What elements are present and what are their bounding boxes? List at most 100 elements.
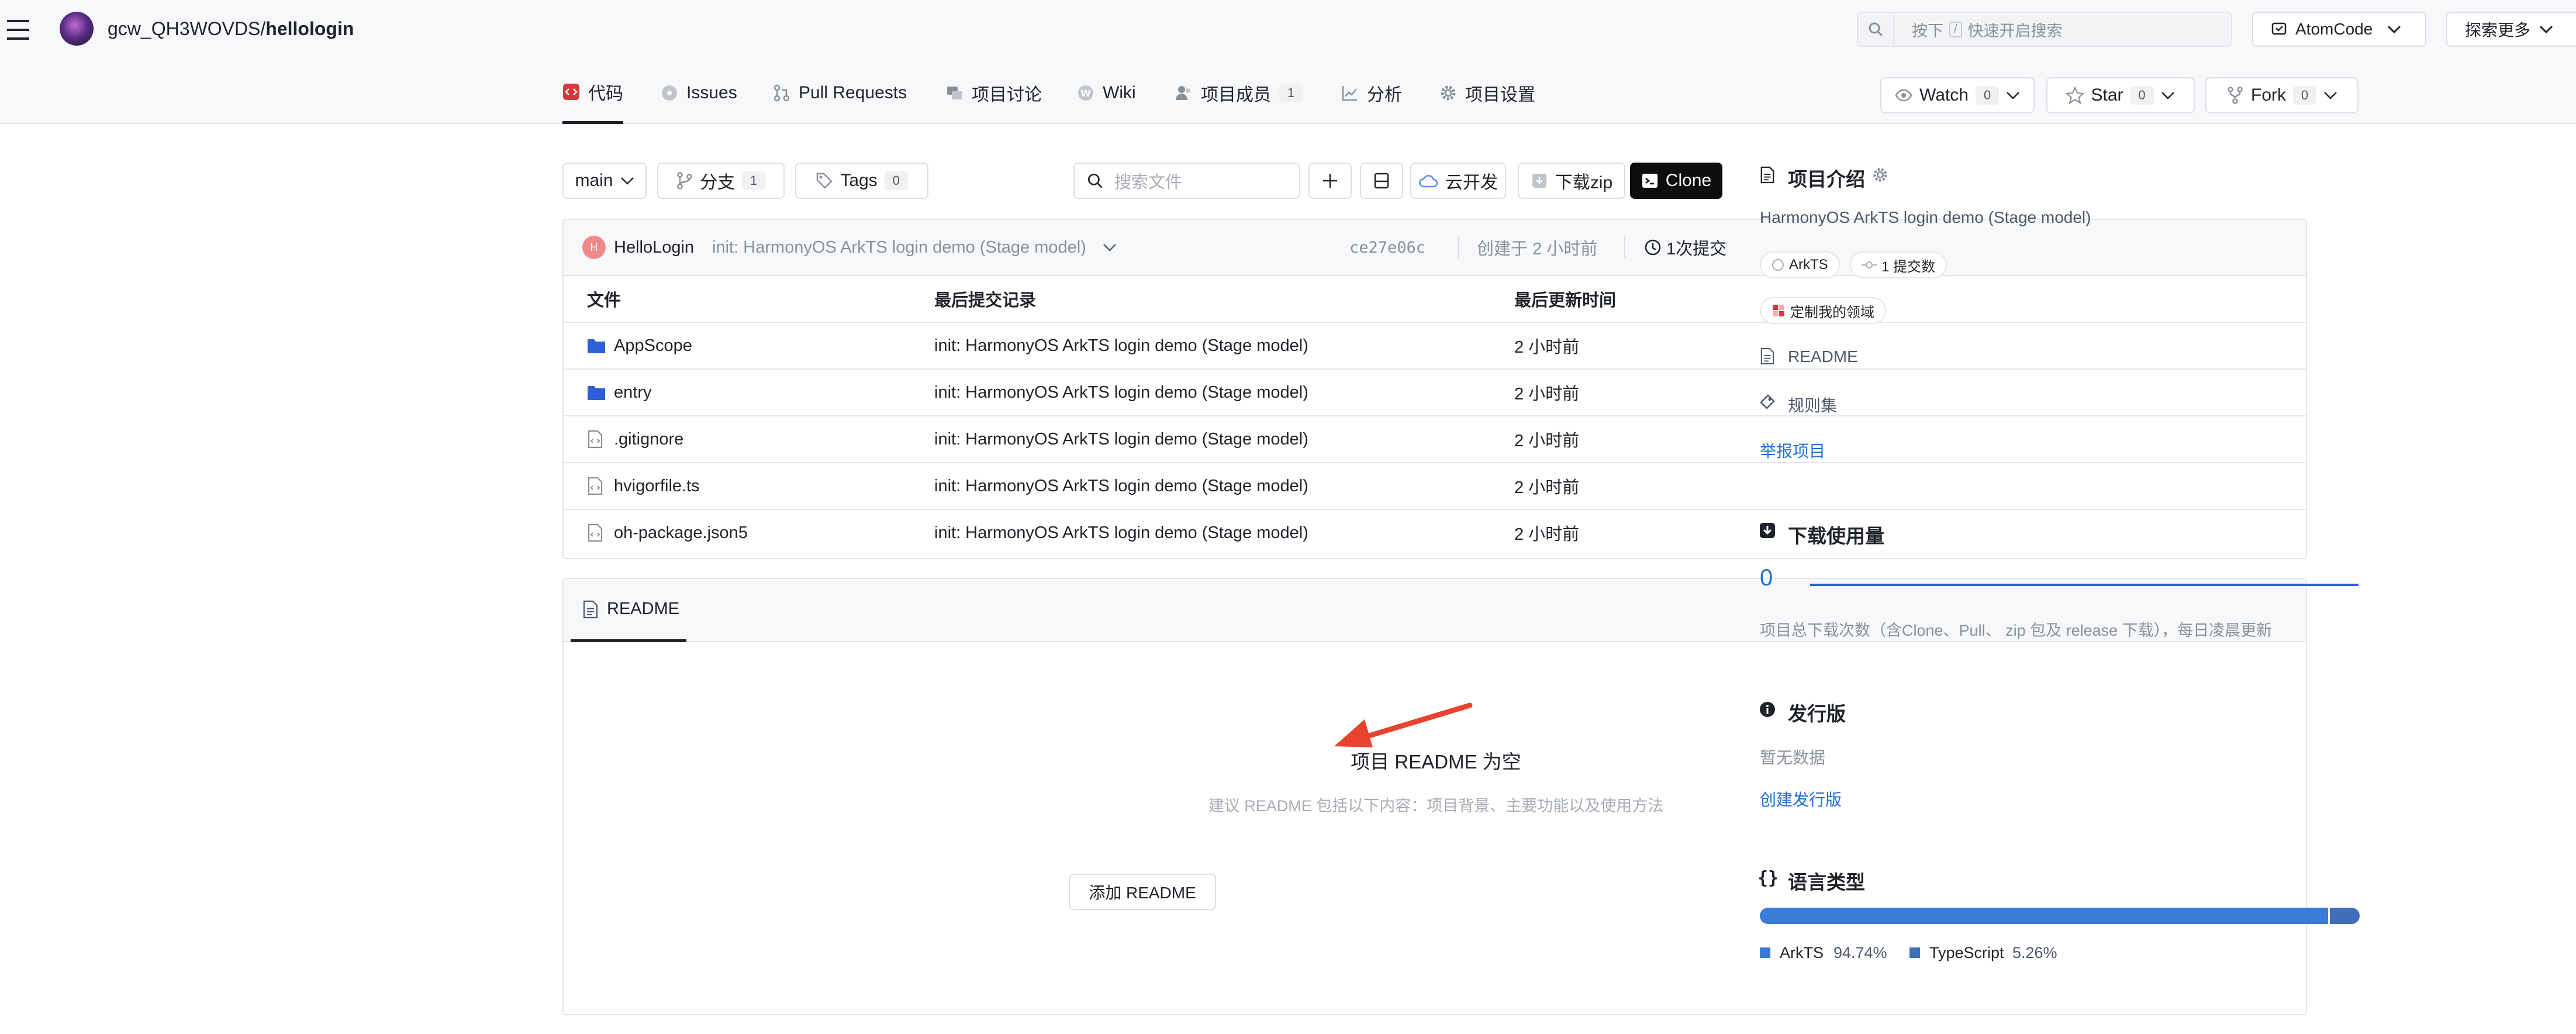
file-name-link[interactable]: .gitignore (614, 430, 683, 449)
table-row[interactable]: AppScope init: HarmonyOS ArkTS login dem… (564, 322, 2306, 368)
file-search-input[interactable]: 搜索文件 (1073, 163, 1300, 199)
add-readme-button[interactable]: 添加 README (1069, 874, 1216, 910)
column-header-commit: 最后提交记录 (934, 291, 1037, 310)
report-link[interactable]: 举报项目 (1760, 439, 1825, 462)
eye-icon (1895, 89, 1912, 102)
file-updated-time: 2 小时前 (1514, 478, 1580, 497)
cloud-icon (1419, 175, 1438, 188)
file-name-link[interactable]: oh-package.json5 (614, 523, 748, 543)
tab-pull-requests[interactable]: Pull Requests (773, 62, 907, 124)
language-bar (1760, 908, 2360, 924)
commit-message[interactable]: init: HarmonyOS ArkTS login demo (Stage … (712, 238, 1086, 257)
commit-author[interactable]: HelloLogin (614, 238, 694, 257)
chevron-down-icon[interactable] (1103, 243, 1117, 251)
commit-icon (1862, 261, 1877, 268)
file-commit-message[interactable]: init: HarmonyOS ArkTS login demo (Stage … (934, 430, 1308, 449)
table-row[interactable]: entry init: HarmonyOS ArkTS login demo (… (564, 368, 2306, 415)
chevron-down-icon (2388, 25, 2401, 34)
table-row[interactable]: hvigorfile.ts init: HarmonyOS ArkTS logi… (564, 462, 2306, 509)
code-icon (563, 83, 579, 100)
menu-icon[interactable] (7, 19, 30, 41)
file-commit-message[interactable]: init: HarmonyOS ArkTS login demo (Stage … (934, 523, 1308, 543)
file-name-link[interactable]: hvigorfile.ts (614, 477, 700, 496)
file-name-link[interactable]: entry (614, 383, 651, 402)
chevron-down-icon (620, 177, 634, 185)
intro-title: 项目介绍 (1788, 168, 1865, 190)
tab-code[interactable]: 代码 (562, 62, 623, 124)
file-commit-message[interactable]: init: HarmonyOS ArkTS login demo (Stage … (934, 383, 1308, 402)
custom-domain-tag[interactable]: 定制我的领域 (1760, 297, 1886, 324)
search-placeholder: 快速开启搜索 (1967, 22, 2063, 40)
language-typescript-percent: 5.26% (2012, 944, 2057, 961)
language-tag[interactable]: ArkTS (1760, 251, 1840, 278)
legend-swatch-typescript (1909, 947, 1920, 958)
watch-button[interactable]: Watch 0 (1880, 77, 2035, 113)
star-button[interactable]: Star 0 (2046, 77, 2195, 113)
create-release-link[interactable]: 创建发行版 (1760, 787, 1842, 811)
fork-button[interactable]: Fork 0 (2205, 77, 2359, 113)
readme-tab[interactable]: README (571, 579, 686, 642)
commit-hash[interactable]: ce27e06c (1349, 239, 1425, 257)
download-icon (1760, 523, 1775, 538)
file-commit-message[interactable]: init: HarmonyOS ArkTS login demo (Stage … (934, 477, 1308, 496)
tab-issues-label: Issues (686, 83, 737, 102)
download-zip-button[interactable]: 下载zip (1518, 163, 1625, 199)
readme-icon (1760, 347, 1774, 365)
document-icon (583, 600, 598, 618)
avatar[interactable] (60, 12, 94, 46)
branches-button[interactable]: 分支 1 (657, 163, 785, 199)
repo-path: gcw_QH3WOVDS/ hellologin (108, 16, 354, 41)
star-count: 0 (2130, 86, 2154, 105)
releases-empty: 暂无数据 (1760, 749, 1826, 767)
global-search[interactable]: 按下 / 快速开启搜索 (1857, 12, 2232, 47)
commits-count[interactable]: 1次提交 (1666, 235, 1726, 260)
web-ide-button[interactable] (1360, 163, 1403, 199)
file-name-link[interactable]: AppScope (614, 336, 692, 356)
languages-title: 语言类型 (1788, 871, 1865, 893)
file-icon (588, 430, 603, 449)
cloud-dev-button[interactable]: 云开发 (1410, 163, 1506, 199)
add-file-button[interactable] (1308, 163, 1352, 199)
commits-tag-label: 1 提交数 (1881, 258, 1936, 275)
tags-button[interactable]: Tags 0 (795, 163, 928, 199)
branches-label: 分支 (700, 173, 735, 192)
readme-link[interactable]: README (1788, 347, 1858, 366)
readme-empty-hint: 建议 README 包括以下内容：项目背景、主要功能以及使用方法 (1208, 797, 1664, 815)
file-updated-time: 2 小时前 (1514, 432, 1580, 450)
clone-label: Clone (1665, 171, 1712, 190)
repo-name-link[interactable]: hellologin (265, 18, 354, 40)
releases-title: 发行版 (1788, 703, 1846, 725)
gear-icon[interactable] (1872, 167, 1888, 183)
download-zip-label: 下载zip (1555, 173, 1613, 192)
tab-code-label: 代码 (588, 84, 623, 104)
rules-link[interactable]: 规则集 (1788, 393, 1837, 416)
repo-owner-link[interactable]: gcw_QH3WOVDS/ (108, 18, 265, 40)
rules-icon (1760, 394, 1775, 409)
tab-settings-label: 项目设置 (1465, 85, 1535, 105)
folder-icon (588, 386, 605, 400)
members-count: 1 (1279, 84, 1303, 102)
search-icon (1087, 173, 1103, 188)
clone-button[interactable]: Clone (1630, 163, 1722, 199)
atomcode-button[interactable]: AtomCode (2252, 12, 2426, 47)
star-label: Star (2091, 85, 2123, 105)
tab-members[interactable]: 项目成员 1 (1175, 62, 1303, 124)
commit-created: 创建于 2 小时前 (1477, 240, 1598, 258)
branch-select[interactable]: main (562, 163, 647, 199)
downloads-title: 下载使用量 (1788, 525, 1884, 547)
explore-more-button[interactable]: 探索更多 (2446, 12, 2576, 47)
table-row[interactable]: .gitignore init: HarmonyOS ArkTS login d… (564, 415, 2306, 462)
tab-wiki[interactable]: W Wiki (1077, 62, 1136, 124)
commits-tag[interactable]: 1 提交数 (1850, 251, 1947, 278)
file-commit-message[interactable]: init: HarmonyOS ArkTS login demo (Stage … (934, 336, 1308, 356)
tab-analytics[interactable]: 分析 (1341, 62, 1402, 124)
tab-discussions[interactable]: 项目讨论 (946, 62, 1042, 124)
downloads-count: 0 (1760, 565, 1773, 591)
tab-issues[interactable]: Issues (661, 62, 737, 124)
tab-settings[interactable]: 项目设置 (1439, 62, 1535, 124)
tab-wiki-label: Wiki (1103, 83, 1136, 102)
file-table: H HelloLogin init: HarmonyOS ArkTS login… (562, 219, 2307, 559)
repo-description: HarmonyOS ArkTS login demo (Stage model) (1760, 208, 2091, 226)
search-shortcut-prefix: 按下 (1912, 22, 1943, 40)
table-row[interactable]: oh-package.json5 init: HarmonyOS ArkTS l… (564, 509, 2306, 556)
